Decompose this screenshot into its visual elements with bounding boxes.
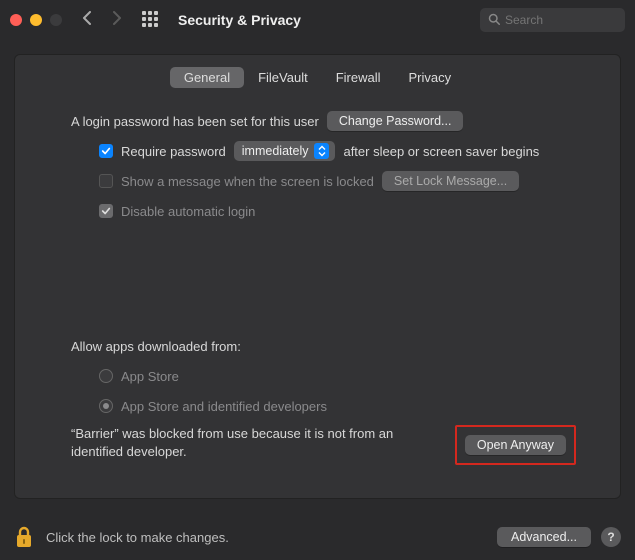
main-panel: General FileVault Firewall Privacy A log… [14,54,621,499]
radio-app-store-identified-label: App Store and identified developers [121,399,327,414]
open-anyway-button[interactable]: Open Anyway [465,435,566,455]
disable-auto-login-checkbox [99,204,113,218]
login-password-text: A login password has been set for this u… [71,114,319,129]
help-button[interactable]: ? [601,527,621,547]
search-box[interactable] [480,8,625,32]
require-password-delay-dropdown[interactable]: immediately [234,141,336,161]
close-button[interactable] [10,14,22,26]
show-all-icon[interactable] [142,11,160,29]
tab-filevault[interactable]: FileVault [244,67,322,88]
blocked-app-message: “Barrier” was blocked from use because i… [71,425,411,460]
footer-bar: Click the lock to make changes. Advanced… [14,524,621,550]
disable-auto-login-label: Disable automatic login [121,204,255,219]
allow-apps-header: Allow apps downloaded from: [71,339,241,354]
set-lock-message-button: Set Lock Message... [382,171,519,191]
search-icon [488,13,500,28]
tab-content-general: A login password has been set for this u… [15,88,620,465]
open-anyway-highlight: Open Anyway [455,425,576,465]
show-message-label: Show a message when the screen is locked [121,174,374,189]
lock-hint-text: Click the lock to make changes. [46,530,229,545]
tab-firewall[interactable]: Firewall [322,67,395,88]
show-message-checkbox [99,174,113,188]
require-password-suffix: after sleep or screen saver begins [343,144,539,159]
require-password-label: Require password [121,144,226,159]
require-password-checkbox[interactable] [99,144,113,158]
radio-app-store-label: App Store [121,369,179,384]
dropdown-value: immediately [242,144,309,158]
lock-icon[interactable] [14,524,34,550]
zoom-button [50,14,62,26]
dropdown-stepper-icon [314,143,329,159]
tab-privacy[interactable]: Privacy [395,67,466,88]
radio-app-store-identified [99,399,113,413]
page-title: Security & Privacy [178,12,301,28]
forward-button [106,11,128,29]
search-input[interactable] [505,13,617,27]
tab-general[interactable]: General [170,67,244,88]
back-button[interactable] [76,11,98,29]
advanced-button[interactable]: Advanced... [497,527,591,547]
titlebar: Security & Privacy [0,0,635,40]
minimize-button[interactable] [30,14,42,26]
radio-app-store [99,369,113,383]
change-password-button[interactable]: Change Password... [327,111,464,131]
tab-bar: General FileVault Firewall Privacy [15,67,620,88]
traffic-lights [10,14,62,26]
